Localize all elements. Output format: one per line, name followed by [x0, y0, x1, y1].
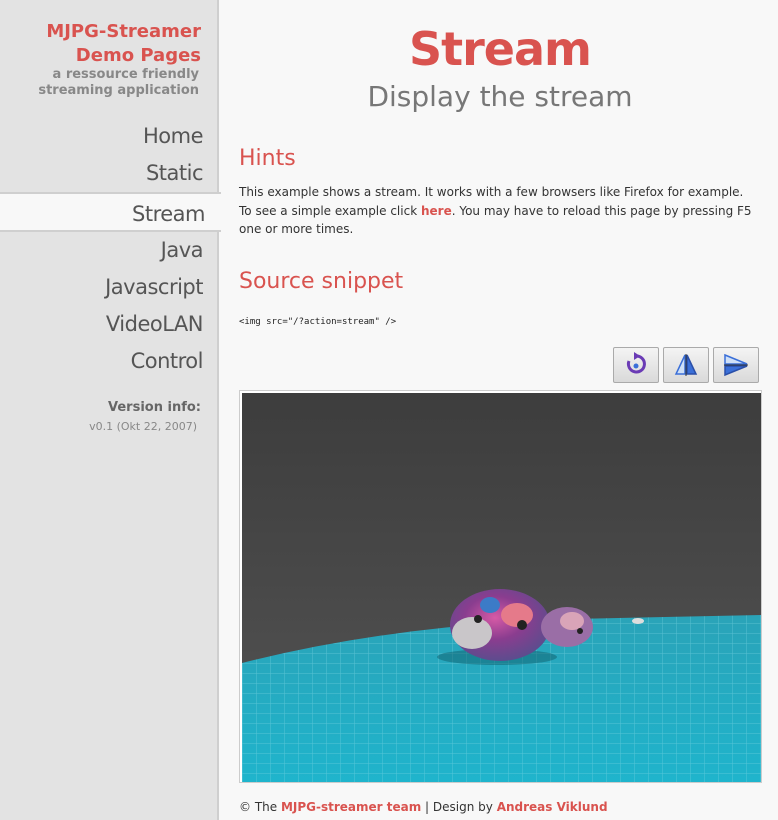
- flip-horizontal-icon: [724, 353, 748, 377]
- rotate-icon: [626, 352, 646, 374]
- footer-middle: | Design by: [421, 800, 497, 814]
- code-snippet: <img src="/?action=stream" />: [239, 317, 397, 327]
- flip-vertical-icon: [674, 354, 698, 376]
- stream-frame: [239, 390, 762, 783]
- nav-item-videolan[interactable]: VideoLAN: [0, 306, 219, 343]
- hints-heading: Hints: [239, 146, 296, 171]
- nav-item-home[interactable]: Home: [0, 118, 219, 155]
- page-subtitle: Display the stream: [367, 80, 633, 113]
- page-title: Stream: [409, 22, 592, 76]
- footer: © The MJPG-streamer team | Design by And…: [239, 800, 608, 814]
- main-nav: Home Static Stream Java Javascript Video…: [0, 118, 221, 380]
- footer-prefix: © The: [239, 800, 281, 814]
- designer-link[interactable]: Andreas Viklund: [497, 800, 608, 814]
- version-label: Version info:: [108, 400, 201, 415]
- nav-item-javascript[interactable]: Javascript: [0, 269, 219, 306]
- sidebar: MJPG-Streamer Demo Pages a ressource fri…: [0, 0, 221, 820]
- hints-text: This example shows a stream. It works wi…: [239, 183, 759, 239]
- nav-item-control[interactable]: Control: [0, 343, 219, 380]
- nav-item-java[interactable]: Java: [0, 232, 219, 269]
- nav-item-stream[interactable]: Stream: [0, 192, 221, 232]
- team-link[interactable]: MJPG-streamer team: [281, 800, 421, 814]
- flip-horizontal-button[interactable]: [713, 347, 759, 383]
- source-snippet-heading: Source snippet: [239, 269, 404, 294]
- version-value: v0.1 (Okt 22, 2007): [89, 420, 197, 433]
- flip-vertical-button[interactable]: [663, 347, 709, 383]
- here-link[interactable]: here: [421, 204, 452, 218]
- nav-item-static[interactable]: Static: [0, 155, 219, 192]
- rotate-button[interactable]: [613, 347, 659, 383]
- brand-subtitle: a ressource friendly streaming applicati…: [38, 67, 199, 98]
- stream-image: [242, 393, 761, 782]
- brand-title: MJPG-Streamer Demo Pages: [46, 21, 201, 66]
